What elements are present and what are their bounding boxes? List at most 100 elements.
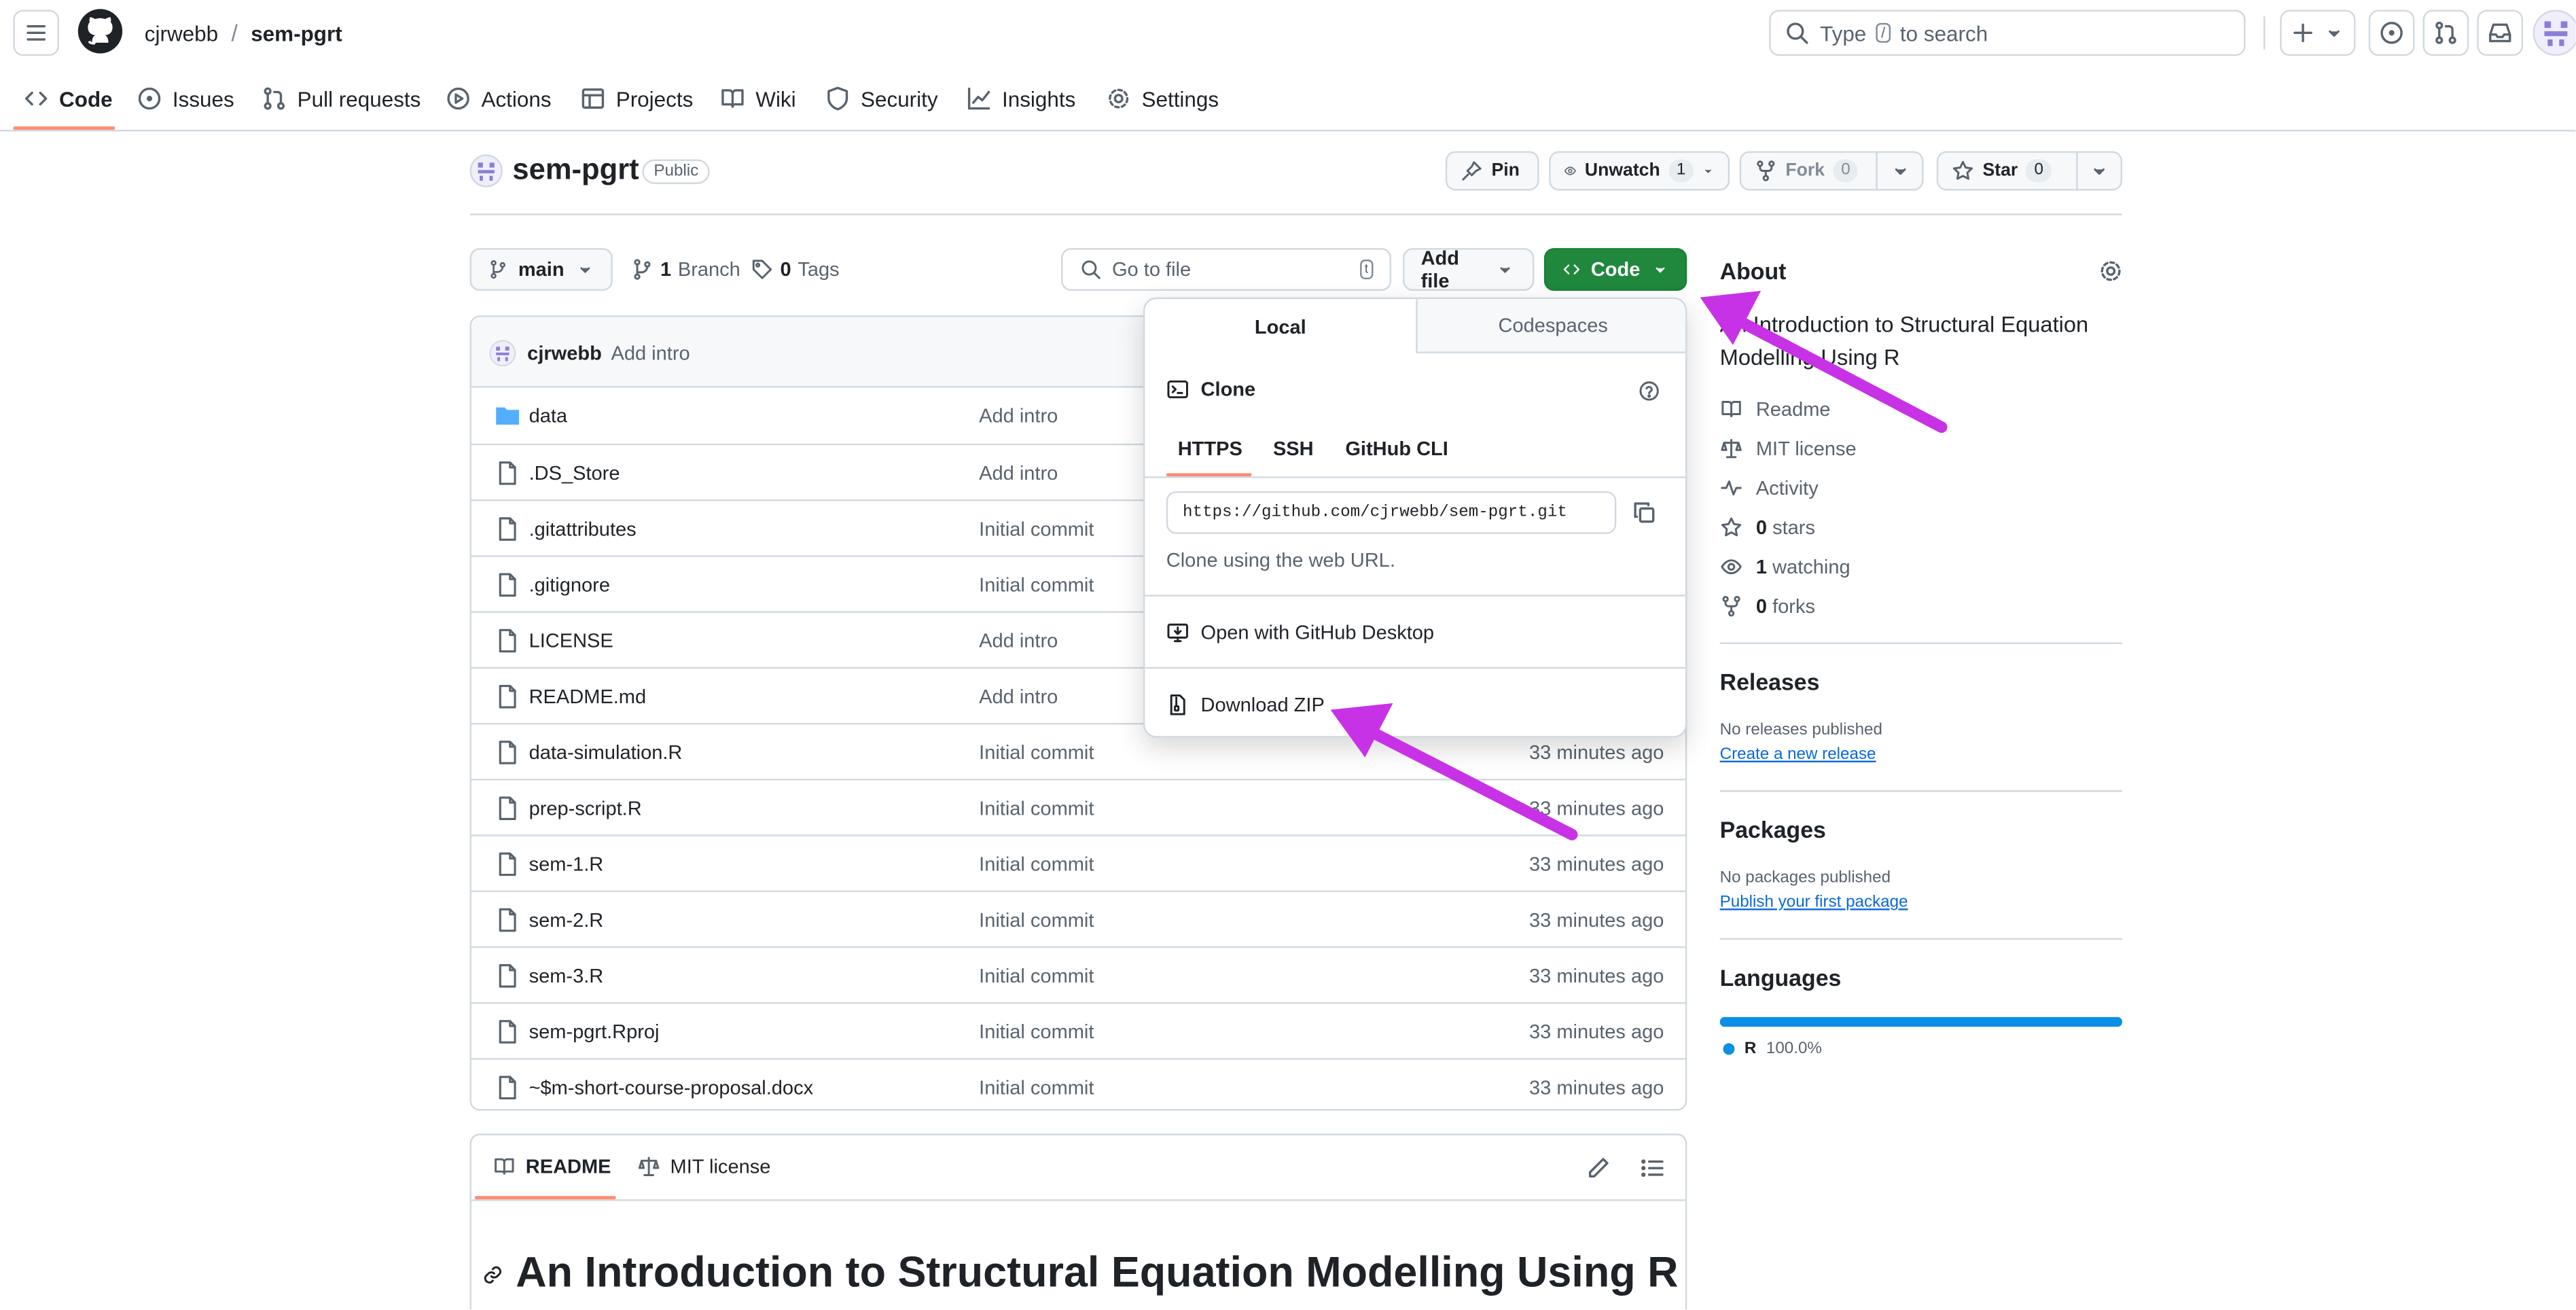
question-icon[interactable] (1638, 380, 1661, 403)
file-commit-message[interactable]: Add intro (979, 629, 1058, 652)
create-new-button[interactable] (2280, 10, 2356, 56)
breadcrumb-owner[interactable]: cjrwebb (145, 20, 218, 45)
tab-issues[interactable]: Issues (137, 75, 234, 122)
file-name-link[interactable]: data-simulation.R (529, 741, 683, 764)
tab-pull-requests[interactable]: Pull requests (261, 75, 421, 122)
file-name-link[interactable]: sem-3.R (529, 964, 604, 987)
clone-https-tab[interactable]: HTTPS (1178, 437, 1242, 460)
file-name-link[interactable]: sem-2.R (529, 908, 604, 932)
file-name-link[interactable]: LICENSE (529, 629, 613, 652)
sidebar-readme-link[interactable]: Readme (1720, 397, 1831, 421)
file-name-link[interactable]: .gitignore (529, 573, 610, 597)
author-avatar[interactable] (489, 340, 516, 367)
go-to-file-input[interactable]: Go to file t (1061, 248, 1392, 291)
add-file-button[interactable]: Add file (1402, 246, 1535, 293)
clone-cli-tab[interactable]: GitHub CLI (1345, 437, 1448, 460)
sidebar-stars-link[interactable]: 0 stars (1720, 516, 1815, 539)
file-name-link[interactable]: sem-1.R (529, 853, 604, 876)
tab-settings[interactable]: Settings (1105, 75, 1219, 122)
repo-title[interactable]: sem-pgrt (512, 153, 639, 188)
pull-requests-button[interactable] (2422, 10, 2469, 56)
list-unordered-icon[interactable] (1639, 1155, 1666, 1182)
file-commit-message[interactable]: Initial commit (979, 908, 1094, 932)
fork-dropdown-button[interactable] (1876, 151, 1924, 191)
tab-security[interactable]: Security (825, 75, 938, 122)
table-row[interactable]: sem-1.R Initial commit 33 minutes ago (471, 834, 1685, 890)
clone-ssh-tab[interactable]: SSH (1273, 437, 1314, 460)
unwatch-button[interactable]: Unwatch 1 (1549, 151, 1730, 191)
user-avatar[interactable] (2533, 10, 2576, 56)
popover-tab-local[interactable]: Local (1145, 299, 1416, 353)
gear-icon[interactable] (2098, 258, 2124, 285)
file-name-link[interactable]: prep-script.R (529, 797, 642, 820)
pencil-icon[interactable] (1585, 1155, 1611, 1182)
menu-button[interactable] (13, 10, 60, 56)
file-commit-message[interactable]: Initial commit (979, 797, 1094, 820)
sidebar-watching-link[interactable]: 1 watching (1720, 555, 1850, 578)
branches-link[interactable]: 1 Branch (631, 258, 740, 281)
readme-tab[interactable]: README (493, 1155, 611, 1178)
file-commit-message[interactable]: Add intro (979, 404, 1058, 427)
table-row[interactable]: sem-pgrt.Rproj Initial commit 33 minutes a… (471, 1002, 1685, 1058)
open-desktop-button[interactable]: Open with GitHub Desktop (1166, 621, 1434, 644)
file-commit-message[interactable]: Initial commit (979, 1076, 1094, 1099)
sidebar-activity-link[interactable]: Activity (1720, 476, 1819, 499)
repo-owner-avatar (469, 154, 503, 188)
tab-wiki[interactable]: Wiki (719, 75, 796, 122)
file-name-link[interactable]: .gitattributes (529, 518, 637, 541)
file-commit-message[interactable]: Initial commit (979, 853, 1094, 876)
sidebar-divider (1719, 790, 2123, 792)
sidebar-license-link[interactable]: MIT license (1720, 437, 1857, 460)
issues-button[interactable] (2368, 10, 2415, 56)
file-commit-message[interactable]: Initial commit (979, 518, 1094, 541)
packages-heading[interactable]: Packages (1720, 817, 1826, 843)
fork-button[interactable]: Fork 0 (1739, 151, 1878, 191)
breadcrumb-repo[interactable]: sem-pgrt (251, 20, 342, 45)
table-row[interactable]: ~$m-short-course-proposal.docx Initial co… (471, 1058, 1685, 1109)
file-name-link[interactable]: sem-pgrt.Rproj (529, 1021, 660, 1044)
file-name-link[interactable]: ~$m-short-course-proposal.docx (529, 1076, 814, 1099)
file-commit-message[interactable]: Initial commit (979, 964, 1094, 987)
inbox-button[interactable] (2477, 10, 2524, 56)
popover-tab-codespaces[interactable]: Codespaces (1416, 299, 1685, 353)
tab-insights[interactable]: Insights (966, 75, 1075, 122)
add-file-label: Add file (1420, 246, 1459, 293)
sidebar-forks-link[interactable]: 0 forks (1720, 595, 1815, 618)
tab-code[interactable]: Code (23, 75, 113, 122)
link-icon[interactable] (481, 1263, 504, 1286)
table-row[interactable]: prep-script.R Initial commit 33 minutes ag… (471, 779, 1685, 834)
language-item[interactable]: R 100.0% (1723, 1040, 1822, 1058)
releases-heading[interactable]: Releases (1720, 669, 1820, 695)
file-name-link[interactable]: README.md (529, 685, 647, 708)
branch-selector[interactable]: main (469, 248, 613, 291)
download-zip-button[interactable]: Download ZIP (1166, 693, 1325, 716)
github-logo-icon[interactable] (77, 8, 124, 54)
clone-url-input[interactable]: https://github.com/cjrwebb/sem-pgrt.git (1166, 491, 1617, 534)
star-dropdown-button[interactable] (2076, 151, 2123, 191)
file-commit-message[interactable]: Initial commit (979, 741, 1094, 764)
tab-projects[interactable]: Projects (580, 75, 693, 122)
file-name-link[interactable]: data (529, 404, 567, 427)
file-name-link[interactable]: .DS_Store (529, 461, 620, 484)
tags-link[interactable]: 0 Tags (751, 258, 840, 281)
table-row[interactable]: sem-2.R Initial commit 33 minutes ago (471, 890, 1685, 946)
star-button[interactable]: Star 0 (1936, 151, 2078, 191)
pin-button[interactable]: Pin (1445, 151, 1539, 191)
copy-icon[interactable] (1631, 499, 1658, 526)
file-commit-message[interactable]: Initial commit (979, 573, 1094, 597)
file-commit-message[interactable]: Initial commit (979, 1021, 1094, 1044)
global-search-input[interactable]: Type / to search (1769, 10, 2246, 56)
file-commit-message[interactable]: Add intro (979, 685, 1058, 708)
popover-tab-codespaces-label: Codespaces (1498, 313, 1608, 337)
sidebar-readme-label: Readme (1755, 397, 1831, 421)
commit-message[interactable]: Add intro (611, 342, 690, 365)
tab-actions[interactable]: Actions (445, 75, 552, 122)
sidebar-stars-count: 0 (1755, 516, 1768, 539)
license-tab[interactable]: MIT license (637, 1155, 770, 1178)
create-release-link[interactable]: Create a new release (1720, 746, 1876, 764)
commit-author[interactable]: cjrwebb (527, 342, 602, 365)
table-row[interactable]: sem-3.R Initial commit 33 minutes ago (471, 946, 1685, 1002)
publish-package-link[interactable]: Publish your first package (1720, 893, 1908, 912)
code-button[interactable]: Code (1543, 248, 1687, 291)
file-commit-message[interactable]: Add intro (979, 461, 1058, 484)
